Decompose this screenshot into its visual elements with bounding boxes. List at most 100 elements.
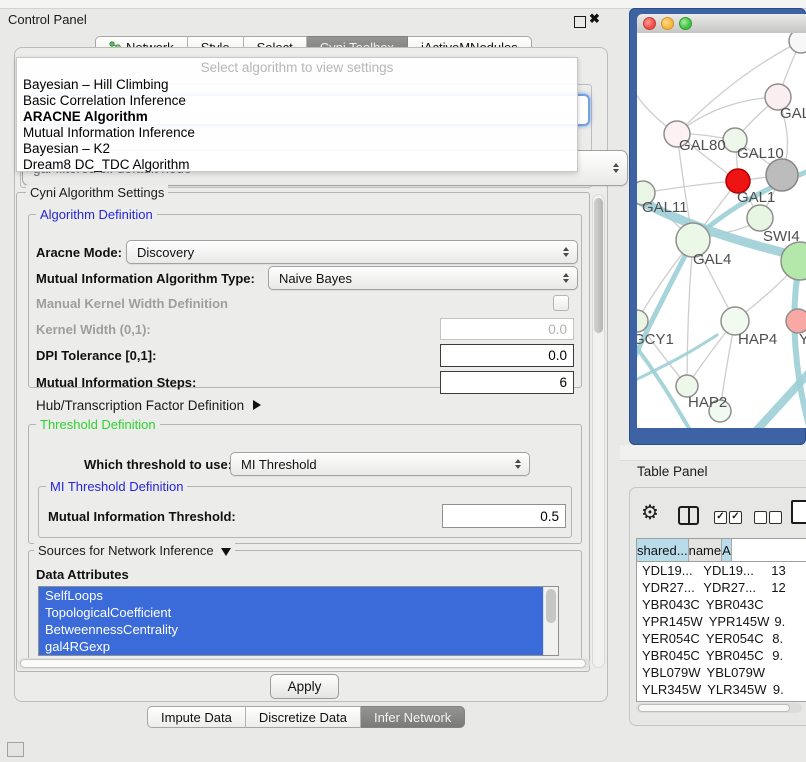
dropdown-placeholder: Select algorithm to view settings [17, 60, 577, 77]
mac-minimize-button[interactable] [661, 17, 674, 30]
dpi-tolerance-input[interactable]: 0.0 [440, 344, 574, 367]
network-canvas[interactable]: GALGAL80GAL10GAL1GAL11SWI4GAL4GCY1HAP4YH… [637, 33, 806, 428]
apply-button[interactable]: Apply [270, 674, 339, 699]
table-row[interactable]: YDR27...YDR27...12 [637, 579, 806, 596]
tab-label: Discretize Data [259, 710, 347, 725]
which-threshold-combobox[interactable]: MI Threshold [230, 452, 530, 476]
unchecked-checkbox-icon[interactable] [754, 511, 767, 524]
kernel-width-label: Kernel Width (0,1): [36, 318, 151, 340]
tab-infer-network[interactable]: Infer Network [361, 706, 465, 728]
table-header-row: shared...nameA [637, 539, 806, 562]
table-row[interactable]: YIL052CYIL052C9. [637, 698, 806, 702]
columns-icon[interactable] [678, 506, 699, 525]
node-table[interactable]: shared...nameA YDL19...YDL19...13YDR27..… [636, 538, 806, 702]
node-label: GAL1 [737, 189, 775, 206]
table-row[interactable]: YLR345WYLR345W9. [637, 681, 806, 698]
column-header-name[interactable]: name [689, 539, 723, 561]
sources-expander[interactable]: Sources for Network Inference [34, 543, 235, 558]
manual-kernel-checkbox[interactable] [553, 295, 569, 311]
node-label: GAL10 [737, 145, 784, 162]
mi-steps-label: Mutual Information Steps: [36, 371, 196, 394]
table-row[interactable]: YBR043CYBR043C [637, 596, 806, 613]
table-row[interactable]: YBL079WYBL079W [637, 664, 806, 681]
table-horizontal-scrollbar-thumb[interactable] [638, 704, 790, 712]
dropdown-item[interactable]: Basic Correlation Inference [17, 93, 577, 109]
bottom-tab-bar: Impute Data Discretize Data Infer Network [147, 706, 465, 728]
attribute-list-item[interactable]: TopologicalCoefficient [39, 604, 544, 621]
tab-discretize-data[interactable]: Discretize Data [246, 706, 361, 728]
node-label: GAL80 [679, 137, 726, 154]
checked-checkbox-icon[interactable]: ✓ [729, 511, 742, 524]
checked-checkbox-icon[interactable]: ✓ [714, 511, 727, 524]
table-cell: YPR145W [703, 614, 770, 629]
hub-definition-expander[interactable]: Hub/Transcription Factor Definition [36, 396, 261, 414]
expand-right-icon [253, 400, 261, 410]
dropdown-item[interactable]: Mutual Information Inference [17, 125, 577, 141]
aracne-mode-label: Aracne Mode: [36, 240, 122, 264]
node-label: HAP2 [688, 394, 727, 411]
network-node[interactable] [786, 309, 806, 333]
dropdown-item[interactable]: Dream8 DC_TDC Algorithm [17, 157, 577, 173]
column-header-A[interactable]: A [722, 539, 732, 561]
network-node[interactable] [781, 242, 806, 280]
mi-threshold-legend: MI Threshold Definition [46, 479, 187, 494]
node-label: GAL4 [693, 251, 731, 268]
table-cell: YPR145W [637, 614, 703, 629]
column-header-shared...[interactable]: shared... [637, 539, 689, 561]
aracne-mode-value: Discovery [137, 245, 194, 260]
attribute-list-item[interactable]: BetweennessCentrality [39, 621, 544, 638]
mac-close-button[interactable] [643, 17, 656, 30]
table-body: YDL19...YDL19...13YDR27...YDR27...12YBR0… [637, 562, 806, 702]
sources-legend: Sources for Network Inference [38, 543, 214, 558]
panel-divider-strip [620, 445, 806, 461]
unchecked-checkbox-icon[interactable] [769, 511, 782, 524]
table-cell: YBR043C [637, 597, 700, 612]
network-edge[interactable] [643, 181, 738, 193]
table-cell: 9. [766, 699, 806, 702]
settings-horizontal-scrollbar-thumb[interactable] [20, 659, 586, 668]
which-threshold-value: MI Threshold [241, 457, 317, 472]
list-vertical-scrollbar-thumb[interactable] [546, 589, 556, 623]
float-window-icon[interactable] [574, 16, 586, 28]
list-vertical-scrollbar[interactable] [543, 587, 558, 655]
table-cell: YLR345W [637, 682, 701, 697]
table-cell: YIL052C [697, 699, 766, 702]
data-attributes-list[interactable]: SelfLoopsTopologicalCoefficientBetweenne… [38, 586, 559, 656]
close-icon[interactable]: ✖ [589, 11, 600, 27]
tab-label: Impute Data [161, 710, 232, 725]
table-row[interactable]: YBR045CYBR045C9. [637, 647, 806, 664]
table-row[interactable]: YER054CYER054C8. [637, 630, 806, 647]
network-node[interactable] [766, 159, 798, 191]
table-cell: YBL079W [637, 665, 701, 680]
dropdown-item[interactable]: Bayesian – K2 [17, 141, 577, 157]
network-edge[interactable] [677, 97, 778, 134]
attribute-list-item[interactable]: gal4RGexp [39, 638, 544, 655]
node-label: GCY1 [637, 331, 674, 348]
mi-threshold-input[interactable]: 0.5 [442, 504, 566, 528]
minimized-panel-icon[interactable] [7, 742, 24, 757]
settings-vertical-scrollbar-thumb[interactable] [594, 198, 603, 333]
gear-icon[interactable]: ⚙ [641, 500, 659, 526]
kernel-width-input[interactable]: 0.0 [440, 318, 574, 340]
dropdown-item[interactable]: Bayesian – Hill Climbing [17, 77, 577, 93]
which-threshold-label: Which threshold to use: [84, 452, 232, 476]
aracne-mode-combobox[interactable]: Discovery [126, 240, 578, 264]
dropdown-item[interactable]: ARACNE Algorithm [17, 109, 577, 125]
table-row[interactable]: YDL19...YDL19...13 [637, 562, 806, 579]
new-table-icon[interactable] [791, 500, 806, 524]
mac-zoom-button[interactable] [679, 17, 692, 30]
node-label: SWI4 [763, 228, 800, 245]
table-cell: YER054C [637, 631, 700, 646]
mi-type-combobox[interactable]: Naive Bayes [268, 266, 578, 290]
mi-type-value: Naive Bayes [279, 271, 352, 286]
mi-threshold-label: Mutual Information Threshold: [48, 504, 236, 528]
network-node[interactable] [789, 33, 806, 53]
algorithm-definition-legend: Algorithm Definition [36, 207, 157, 222]
stepper-arrows-icon [563, 273, 569, 283]
attribute-list-item[interactable]: SelfLoops [39, 587, 544, 604]
tab-impute-data[interactable]: Impute Data [147, 706, 246, 728]
threshold-definition-legend: Threshold Definition [36, 417, 160, 432]
table-cell: 12 [766, 580, 806, 595]
table-row[interactable]: YPR145WYPR145W9. [637, 613, 806, 630]
mi-steps-input[interactable]: 6 [440, 371, 574, 394]
